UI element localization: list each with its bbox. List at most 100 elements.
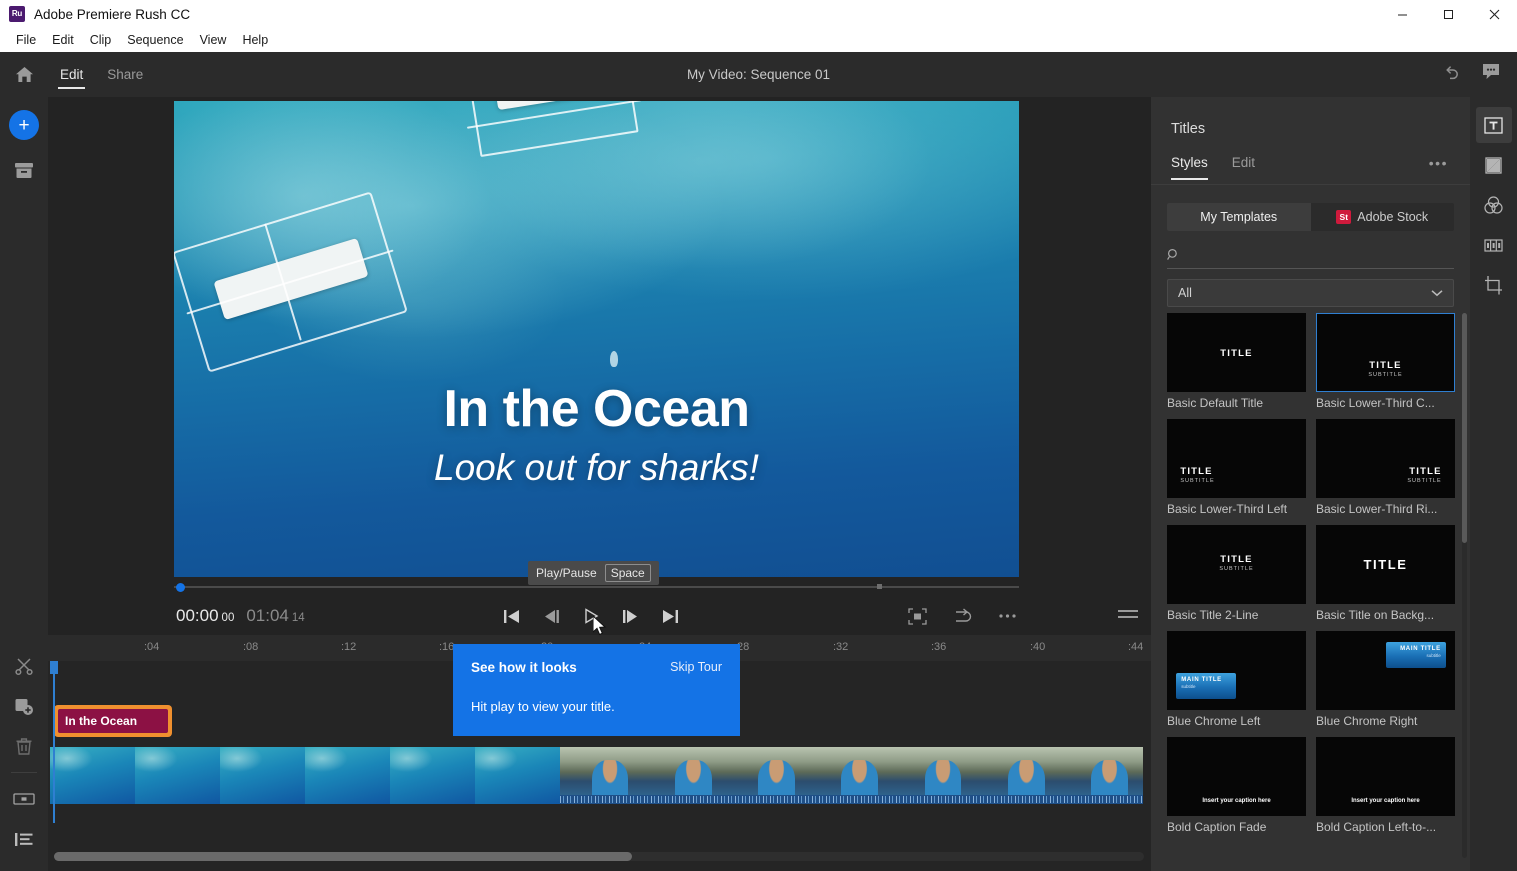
menu-view[interactable]: View — [192, 30, 235, 50]
video-track[interactable] — [50, 747, 1143, 804]
close-button[interactable] — [1471, 0, 1517, 28]
transitions-icon[interactable] — [4, 779, 44, 819]
title-overlay-line1: In the Ocean — [443, 380, 750, 438]
duplicate-icon[interactable] — [4, 686, 44, 726]
clip-frame — [475, 747, 560, 804]
tab-share[interactable]: Share — [95, 52, 155, 97]
template-card[interactable]: Insert your caption here Bold Caption Le… — [1316, 737, 1455, 834]
template-label: Blue Chrome Right — [1316, 714, 1418, 728]
menu-edit[interactable]: Edit — [44, 30, 82, 50]
category-filter-dropdown[interactable]: All — [1167, 279, 1454, 307]
tab-styles-label: Styles — [1171, 155, 1208, 170]
swimmer — [610, 351, 618, 367]
clip-frame — [50, 747, 135, 804]
project-media-icon[interactable] — [4, 150, 44, 190]
scrubber-clip-marker — [877, 584, 882, 589]
playhead-handle[interactable] — [50, 661, 58, 674]
crop-transform-icon[interactable] — [1476, 267, 1512, 303]
export-button[interactable] — [953, 607, 972, 625]
tour-popover: See how it looks Skip Tour Hit play to v… — [453, 644, 740, 736]
panel-scrollbar[interactable] — [1462, 313, 1467, 858]
go-to-end-button[interactable] — [662, 609, 679, 624]
page-title: My Video: Sequence 01 — [686, 67, 831, 82]
template-thumbnail: TITLE SUBTITLE — [1316, 313, 1455, 392]
template-card[interactable]: TITLE SUBTITLE Basic Lower-Third C... — [1316, 313, 1455, 410]
scrubber-handle[interactable] — [176, 583, 185, 592]
menu-file[interactable]: File — [8, 30, 44, 50]
titles-panel: Titles Styles Edit ••• My Templates St A… — [1151, 97, 1470, 871]
cut-tool-icon[interactable] — [4, 646, 44, 686]
menu-clip[interactable]: Clip — [82, 30, 120, 50]
template-label: Bold Caption Left-to-... — [1316, 820, 1437, 834]
timecode-duration-frames: 14 — [291, 612, 305, 624]
more-options-button[interactable] — [998, 613, 1017, 619]
template-preview-title: TITLE — [1409, 466, 1442, 477]
tooltip-label: Play/Pause — [536, 566, 597, 580]
menu-sequence[interactable]: Sequence — [119, 30, 191, 50]
titles-icon[interactable] — [1475, 107, 1512, 143]
timeline-title-clip[interactable]: In the Ocean — [54, 705, 172, 737]
tab-styles[interactable]: Styles — [1171, 155, 1208, 180]
panel-more-button[interactable]: ••• — [1429, 155, 1448, 171]
ruler-tick: :16 — [439, 641, 455, 653]
ruler-tick: :32 — [833, 641, 849, 653]
home-icon[interactable] — [0, 52, 48, 97]
boat-outrigger-top — [469, 101, 639, 158]
left-rail-divider — [11, 772, 37, 773]
video-preview[interactable]: In the Ocean Look out for sharks! — [174, 101, 1019, 577]
timeline-clip-people[interactable] — [560, 747, 1143, 804]
timeline-scrollbar-thumb[interactable] — [54, 852, 632, 861]
tab-edit[interactable]: Edit — [48, 52, 95, 97]
menu-help[interactable]: Help — [234, 30, 276, 50]
maximize-button[interactable] — [1425, 0, 1471, 28]
template-card[interactable]: Insert your caption here Bold Caption Fa… — [1167, 737, 1306, 834]
template-card[interactable]: MAIN TITLE subtitle Blue Chrome Left — [1167, 631, 1306, 728]
search-input[interactable] — [1186, 249, 1454, 264]
template-preview-subtitle: SUBTITLE — [1368, 372, 1403, 378]
tab-edit-label: Edit — [60, 67, 84, 82]
step-back-button[interactable] — [543, 609, 560, 624]
add-media-button[interactable]: + — [9, 110, 39, 140]
delete-icon[interactable] — [4, 726, 44, 766]
scrubber-track[interactable] — [174, 586, 1019, 588]
preview-stage: In the Ocean Look out for sharks! — [48, 97, 1151, 635]
my-templates-button[interactable]: My Templates — [1167, 203, 1311, 231]
template-card[interactable]: TITLE Basic Default Title — [1167, 313, 1306, 410]
adobe-stock-button[interactable]: St Adobe Stock — [1311, 203, 1455, 231]
skip-tour-button[interactable]: Skip Tour — [670, 660, 722, 674]
step-forward-button[interactable] — [622, 609, 639, 624]
transitions-icon[interactable] — [1476, 147, 1512, 183]
template-card[interactable]: TITLE SUBTITLE Basic Lower-Third Ri... — [1316, 419, 1455, 516]
color-icon[interactable] — [1476, 187, 1512, 223]
template-grid[interactable]: TITLE Basic Default Title TITLE SUBTITLE… — [1167, 313, 1455, 858]
minimize-button[interactable] — [1379, 0, 1425, 28]
list-view-icon[interactable] — [4, 819, 44, 859]
template-chrome-box: MAIN TITLE subtitle — [1176, 673, 1237, 699]
template-preview-title: TITLE — [1220, 348, 1253, 359]
template-preview-title: Insert your caption here — [1351, 798, 1420, 804]
template-card[interactable]: TITLE SUBTITLE Basic Lower-Third Left — [1167, 419, 1306, 516]
header-actions — [1444, 63, 1517, 86]
timecode-current: 00:00 — [176, 606, 219, 625]
template-card[interactable]: TITLE SUBTITLE Basic Title 2-Line — [1167, 525, 1306, 622]
fullscreen-button[interactable] — [908, 607, 927, 625]
timeline-scrollbar[interactable] — [54, 852, 1144, 861]
timeline-playhead[interactable] — [50, 661, 58, 823]
template-card[interactable]: TITLE Basic Title on Backg... — [1316, 525, 1455, 622]
template-chrome-box: MAIN TITLE subtitle — [1385, 642, 1446, 668]
go-to-start-button[interactable] — [503, 609, 520, 624]
menu-button[interactable] — [1118, 607, 1138, 625]
template-label: Bold Caption Fade — [1167, 820, 1267, 834]
undo-icon[interactable] — [1444, 64, 1463, 86]
tab-edit-title[interactable]: Edit — [1232, 155, 1255, 179]
panel-scrollbar-thumb[interactable] — [1462, 313, 1467, 543]
timeline-clip-ocean[interactable] — [50, 747, 560, 804]
search-box[interactable] — [1167, 245, 1454, 269]
preview-tools — [908, 607, 1017, 625]
feedback-chat-icon[interactable] — [1481, 63, 1501, 86]
adobe-stock-label: Adobe Stock — [1357, 210, 1429, 224]
effects-icon[interactable] — [1476, 227, 1512, 263]
window-controls — [1379, 0, 1517, 28]
title-overlay-line2: Look out for sharks! — [434, 447, 759, 488]
template-card[interactable]: MAIN TITLE subtitle Blue Chrome Right — [1316, 631, 1455, 728]
